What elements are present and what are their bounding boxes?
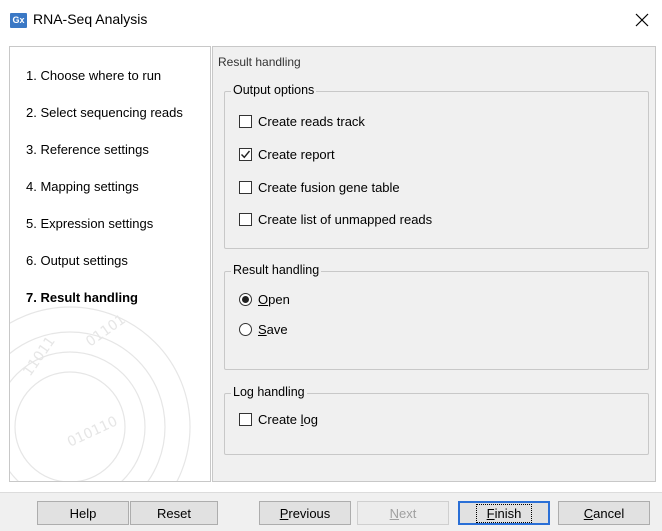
create-fusion-gene-table-checkbox[interactable]: Create fusion gene table <box>239 180 400 195</box>
help-button[interactable]: Help <box>37 501 129 525</box>
create-log-checkbox[interactable]: Create log <box>239 412 318 427</box>
create-reads-track-checkbox[interactable]: Create reads track <box>239 114 365 129</box>
close-icon <box>635 13 649 26</box>
previous-button[interactable]: Previous <box>259 501 351 525</box>
svg-text:11011: 11011 <box>20 334 59 380</box>
checkmark-icon <box>241 150 251 159</box>
checkbox-box[interactable] <box>239 115 252 128</box>
button-bar: Help Reset Previous Next Finish Cancel <box>0 492 662 531</box>
wizard-step-3: 3. Reference settings <box>26 142 149 157</box>
title-bar: Gx RNA-Seq Analysis <box>0 0 662 39</box>
radio-selected-dot <box>242 296 249 303</box>
radio-button[interactable] <box>239 293 252 306</box>
next-button[interactable]: Next <box>357 501 449 525</box>
open-radio[interactable]: Open <box>239 292 290 307</box>
svg-text:010110: 010110 <box>65 414 120 451</box>
create-report-checkbox[interactable]: Create report <box>239 147 335 162</box>
panel-heading: Result handling <box>218 55 301 69</box>
log-handling-group: Log handling Create log <box>224 385 649 455</box>
wizard-step-1: 1. Choose where to run <box>26 68 162 83</box>
finish-button[interactable]: Finish <box>458 501 550 525</box>
window-title: RNA-Seq Analysis <box>33 11 148 27</box>
output-options-title: Output options <box>231 83 317 97</box>
app-logo-icon: Gx <box>10 13 27 28</box>
create-unmapped-reads-checkbox[interactable]: Create list of unmapped reads <box>239 212 432 227</box>
result-handling-title: Result handling <box>231 263 322 277</box>
wizard-step-4: 4. Mapping settings <box>26 179 139 194</box>
checkbox-box[interactable] <box>239 181 252 194</box>
checkbox-box[interactable] <box>239 213 252 226</box>
log-handling-title: Log handling <box>231 385 307 399</box>
output-options-group: Output options Create reads track Create… <box>224 83 649 249</box>
radio-button[interactable] <box>239 323 252 336</box>
wizard-step-7-active: 7. Result handling <box>26 290 138 305</box>
svg-text:01101: 01101 <box>83 312 129 351</box>
result-handling-panel: Result handling Output options Create re… <box>212 46 656 482</box>
checkbox-box[interactable] <box>239 413 252 426</box>
reset-button[interactable]: Reset <box>130 501 218 525</box>
wizard-step-6: 6. Output settings <box>26 253 128 268</box>
wizard-steps-panel: 01101 11011 010110 1. Choose where to ru… <box>9 46 211 482</box>
save-radio[interactable]: Save <box>239 322 288 337</box>
checkbox-box[interactable] <box>239 148 252 161</box>
cancel-button[interactable]: Cancel <box>558 501 650 525</box>
close-button[interactable] <box>622 0 662 39</box>
wizard-step-5: 5. Expression settings <box>26 216 154 231</box>
result-handling-group: Result handling Open Save <box>224 263 649 370</box>
wizard-step-2: 2. Select sequencing reads <box>26 105 183 120</box>
